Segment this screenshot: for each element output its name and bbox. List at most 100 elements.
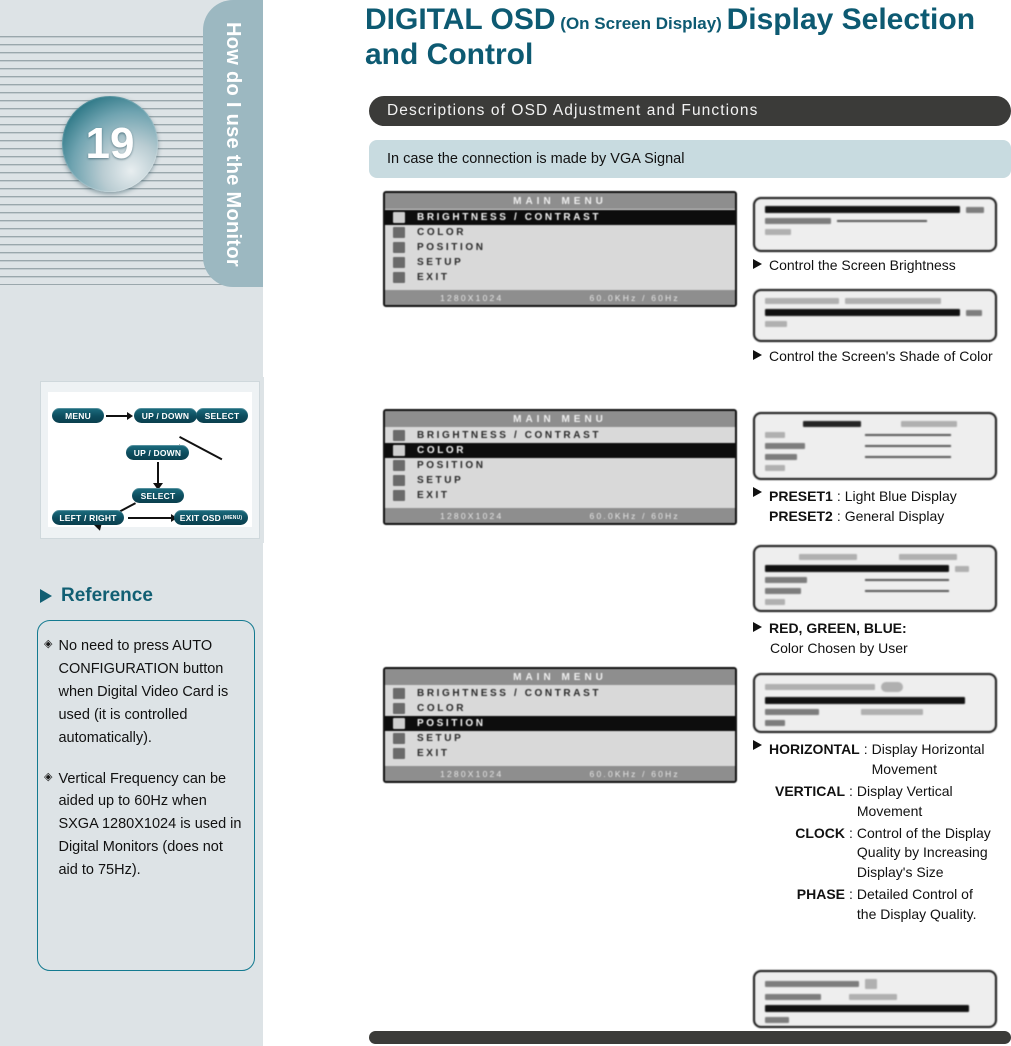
thumb-label [765, 1017, 789, 1023]
triangle-right-icon [753, 622, 762, 632]
thumb-row [765, 682, 985, 692]
caption-value: Control of the Display Quality by Increa… [856, 824, 991, 881]
sidebar: 19 How do I use the Monitor MENU UP / DO… [0, 0, 263, 1046]
osd-menu-item-label: BRIGHTNESS / CONTRAST [417, 212, 602, 223]
flow-node-sublabel: (MENU) [223, 514, 243, 521]
exit-icon [393, 272, 405, 283]
osd-menu-item: SETUP [385, 473, 735, 488]
flow-node-label: MENU [65, 410, 91, 421]
caption-value: General Display [844, 507, 945, 524]
caption-sep: : [849, 886, 853, 903]
flow-arrow-1-head [127, 412, 133, 420]
osd-menu-item: COLOR [385, 701, 735, 716]
exit-icon [393, 748, 405, 759]
thumb-label [765, 599, 785, 605]
caption-value: Detailed Control of the Display Quality. [856, 886, 977, 922]
osd-menu-item-label: SETUP [417, 257, 464, 268]
flow-node-select-2: SELECT [132, 488, 184, 503]
osd-menu-item-label: EXIT [417, 748, 450, 759]
osd-menu-item-label: BRIGHTNESS / CONTRAST [417, 688, 602, 699]
thumb-highlight-bar [765, 565, 949, 572]
caption-rgb: RED, GREEN, BLUE: Color Chosen by User [753, 619, 1005, 659]
brightness-icon [393, 430, 405, 441]
position-icon [393, 460, 405, 471]
caption-position: HORIZONTAL : Display Horizontal Movement… [753, 740, 1005, 925]
thumb-label [765, 994, 821, 1000]
osd-title: MAIN MENU [385, 669, 735, 685]
osd-menu-item-label: COLOR [417, 445, 467, 456]
thumb-label [765, 465, 785, 471]
osd-resolution: 1280X1024 [440, 769, 504, 779]
flow-node-updown-1: UP / DOWN [134, 408, 197, 423]
osd-menu-item: POSITION [385, 716, 735, 731]
thumb-row [765, 565, 985, 572]
osd-menu-item: BRIGHTNESS / CONTRAST [385, 210, 735, 225]
section-header-label: Descriptions of OSD Adjustment and Funct… [387, 102, 759, 119]
thumb-row [765, 554, 985, 560]
thumb-label [765, 443, 805, 449]
footer-band [369, 1031, 1011, 1044]
flow-node-updown-2: UP / DOWN [126, 445, 189, 460]
exit-icon [393, 490, 405, 501]
flow-arrow-4 [157, 462, 159, 485]
osd-thumbnail-presets [753, 412, 997, 480]
color-icon [393, 227, 405, 238]
caption-row: HORIZONTAL : Display Horizontal Movement [753, 740, 1005, 780]
triangle-right-icon [753, 259, 762, 269]
caption-sep: : [863, 741, 868, 757]
reference-item: ◈ No need to press AUTO CONFIGURATION bu… [44, 635, 244, 750]
osd-menu-item-label: POSITION [417, 460, 486, 471]
osd-menu-item: POSITION [385, 458, 735, 473]
osd-menu-item: SETUP [385, 731, 735, 746]
chapter-number-badge: 19 [62, 96, 158, 192]
thumb-slider [865, 456, 951, 458]
osd-menu-item-label: EXIT [417, 490, 450, 501]
reference-item-text: No need to press AUTO CONFIGURATION butt… [58, 638, 229, 746]
triangle-right-icon [753, 350, 762, 360]
osd-screenshot-main-menu-brightness: MAIN MENU BRIGHTNESS / CONTRAST COLOR PO… [383, 191, 737, 307]
thumb-label [765, 218, 831, 224]
osd-thumbnail-position [753, 673, 997, 733]
section-header-band: Descriptions of OSD Adjustment and Funct… [369, 96, 1011, 126]
caption-text: Color Chosen by User [770, 639, 908, 656]
osd-menu-item-label: SETUP [417, 475, 464, 486]
osd-navigation-flow-diagram: MENU UP / DOWN SELECT UP / DOWN SELECT L… [40, 381, 260, 539]
position-icon [393, 718, 405, 729]
thumb-value [865, 979, 877, 989]
thumb-row [765, 720, 985, 726]
osd-menu-item-label: POSITION [417, 718, 486, 729]
thumb-row [765, 979, 985, 989]
thumb-title-2 [899, 554, 957, 560]
caption-sep: : [849, 824, 853, 841]
thumb-label [765, 981, 859, 987]
caption-brightness: Control the Screen Brightness [753, 256, 1005, 276]
caption-sep: : [836, 488, 841, 504]
thumb-row [765, 599, 985, 605]
vga-note-band: In case the connection is made by VGA Si… [369, 140, 1011, 178]
thumb-label [765, 321, 787, 327]
thumb-row [765, 421, 985, 427]
osd-thumbnail-brightness [753, 197, 997, 252]
osd-menu-item-label: POSITION [417, 242, 486, 253]
caption-sep: : [836, 507, 841, 524]
flow-arrow-1 [106, 415, 128, 417]
thumb-label [765, 684, 875, 690]
osd-status-bar: 1280X1024 60.0KHz / 60Hz [385, 766, 735, 781]
thumb-label [765, 709, 819, 715]
flow-node-label: SELECT [204, 410, 240, 421]
thumb-label [765, 229, 791, 235]
caption-key: VERTICAL [775, 782, 845, 799]
osd-menu-item: COLOR [385, 225, 735, 240]
osd-thumbnail-color-shade [753, 289, 997, 342]
thumb-value [845, 298, 941, 304]
thumb-slider [865, 445, 951, 447]
thumb-row [765, 1017, 985, 1023]
caption-row: CLOCK : Control of the Display Quality b… [753, 824, 1005, 884]
caption-presets: PRESET1 : Light Blue Display PRESET2 : G… [753, 487, 1005, 527]
caption-key: PRESET1 [769, 488, 833, 504]
osd-frequency: 60.0KHz / 60Hz [589, 769, 680, 779]
caption-text: Control the Screen's Shade of Color [769, 348, 993, 364]
thumb-title-2 [901, 421, 957, 427]
caption-key: CLOCK [795, 824, 845, 841]
flow-diagram-canvas: MENU UP / DOWN SELECT UP / DOWN SELECT L… [48, 392, 252, 531]
